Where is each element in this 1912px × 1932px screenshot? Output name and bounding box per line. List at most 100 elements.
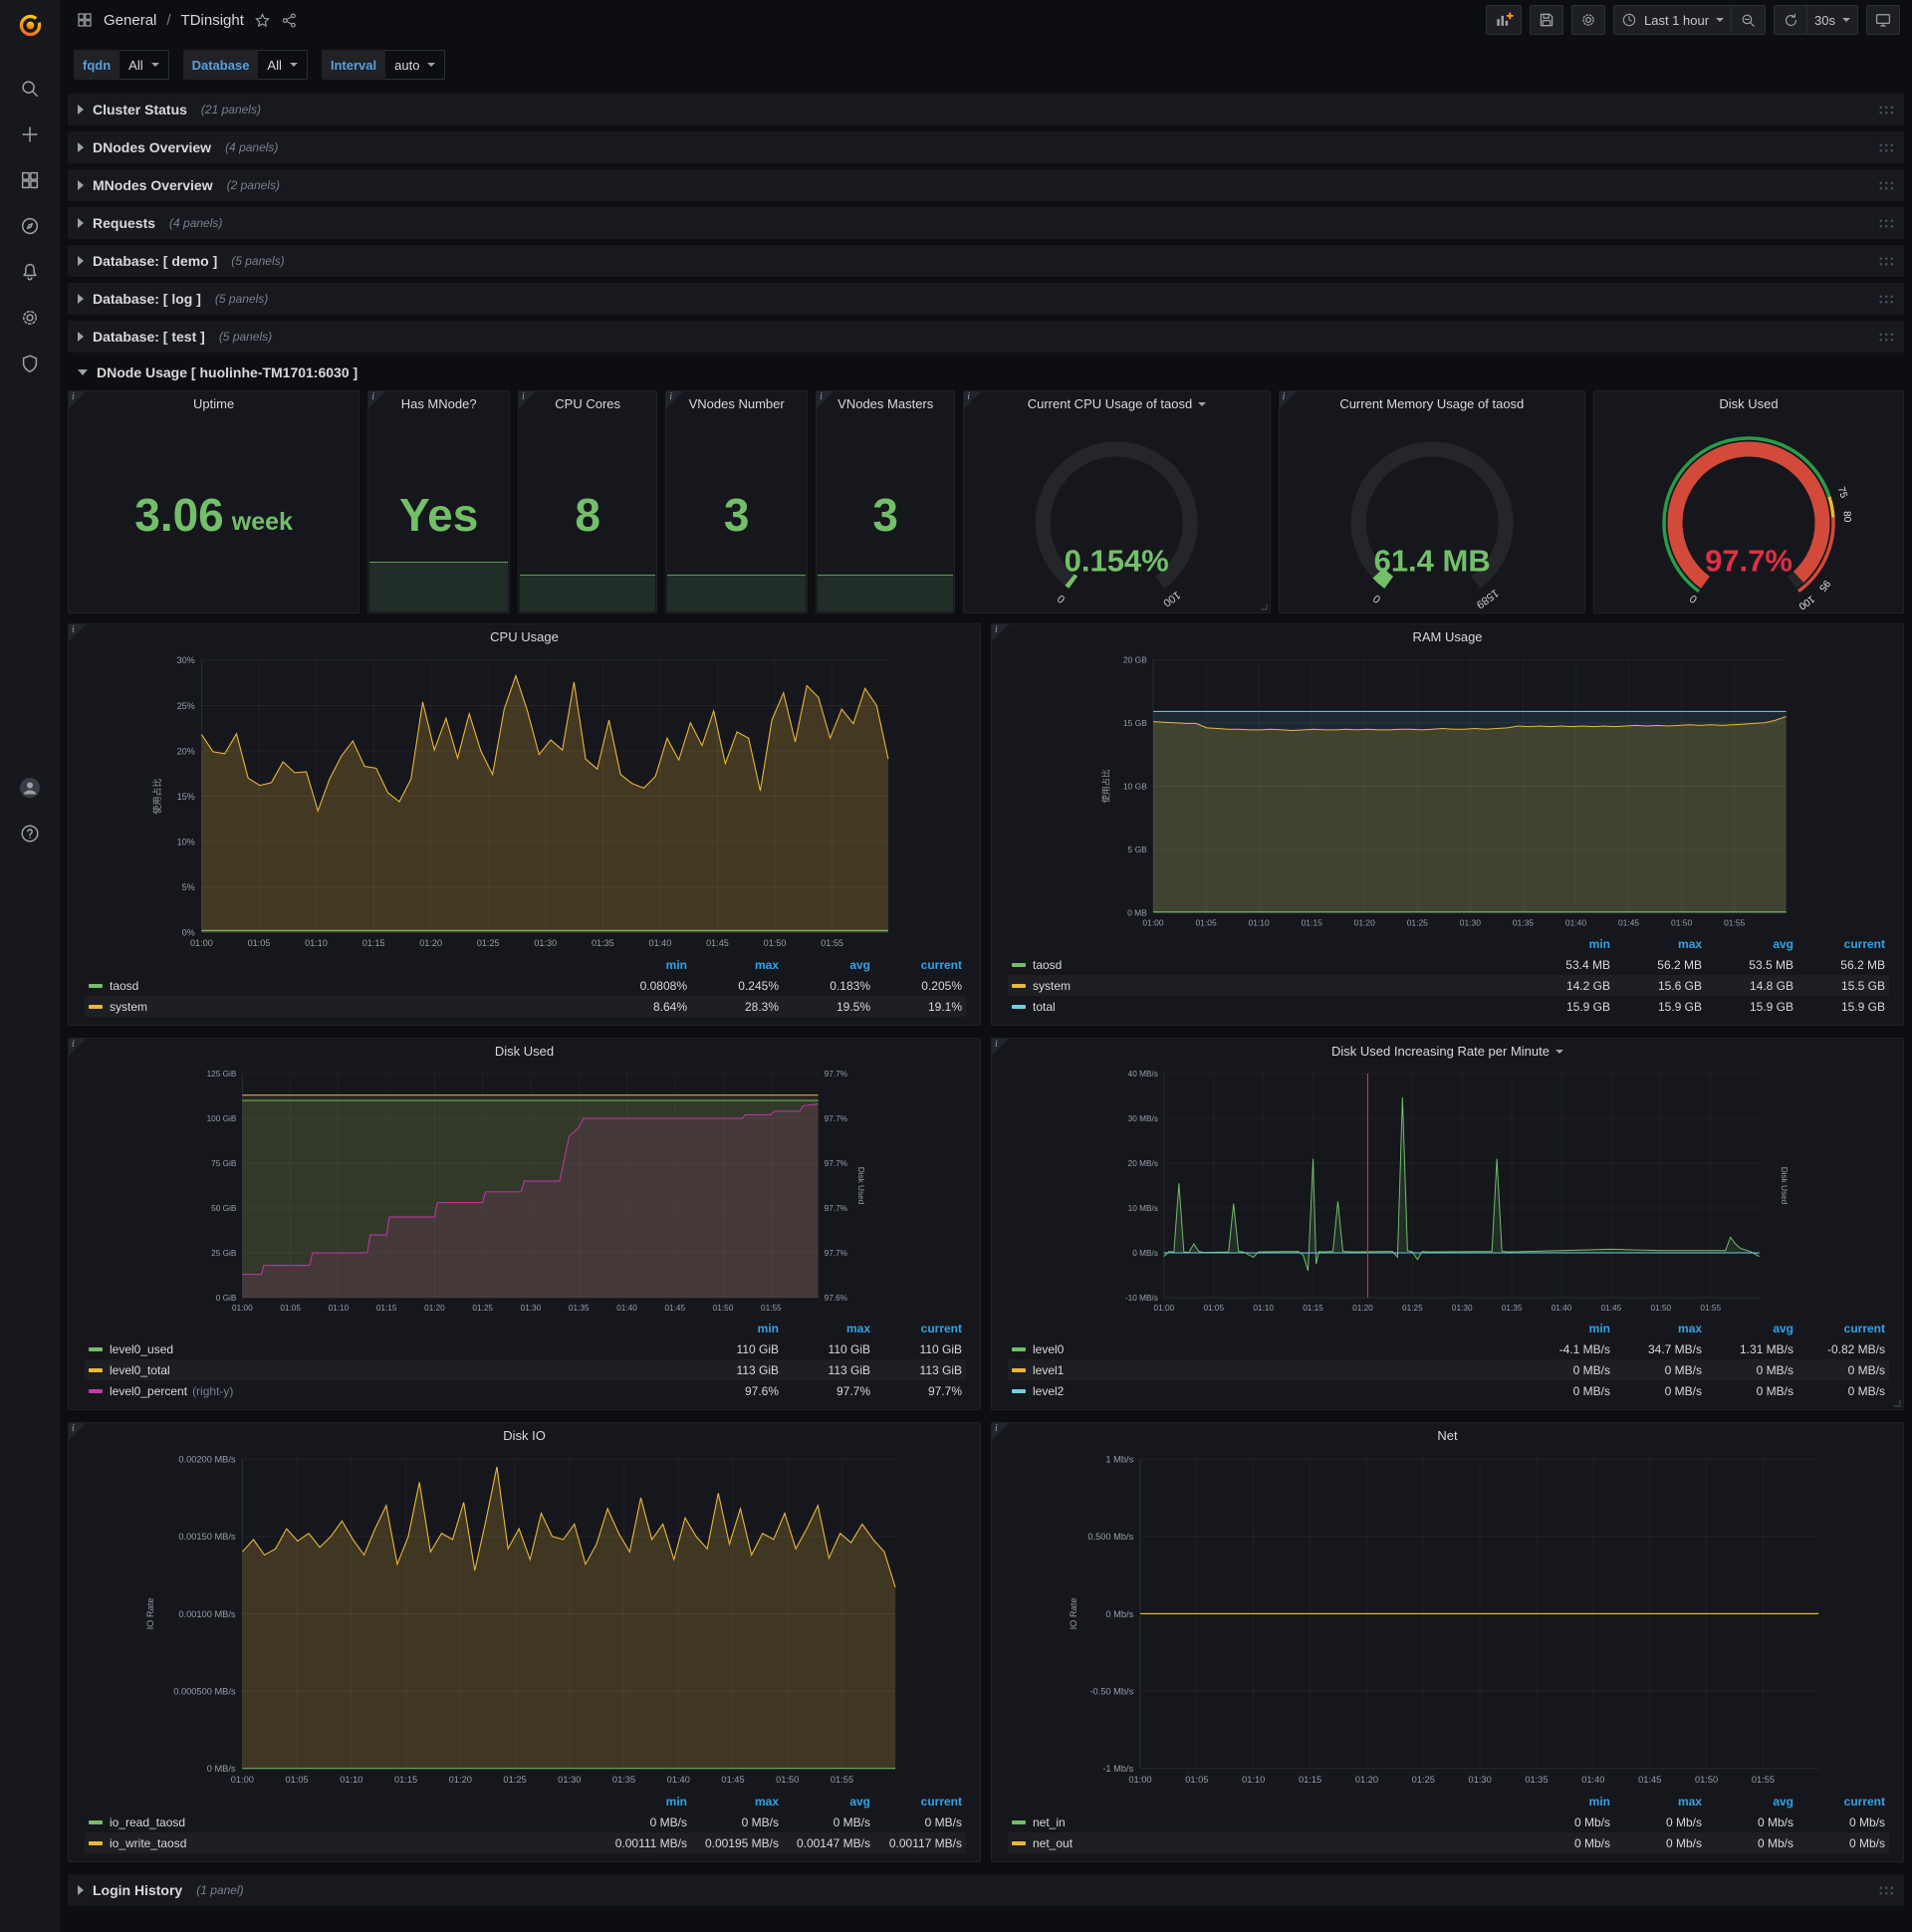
zoom-out-button[interactable] bbox=[1732, 5, 1767, 35]
legend-col-min[interactable]: min bbox=[1519, 1322, 1610, 1335]
series-swatch[interactable] bbox=[1012, 1346, 1026, 1351]
info-icon[interactable]: i bbox=[817, 391, 835, 408]
panel-title[interactable]: Disk Used bbox=[69, 1039, 980, 1065]
series-name[interactable]: net_out bbox=[1033, 1836, 1073, 1850]
legend-col-max[interactable]: max bbox=[1610, 1322, 1702, 1335]
series-name[interactable]: level1 bbox=[1033, 1363, 1064, 1377]
legend-col-max[interactable]: max bbox=[687, 958, 779, 972]
info-icon[interactable]: i bbox=[69, 624, 86, 641]
grafana-logo[interactable] bbox=[17, 12, 44, 44]
series-name[interactable]: level0_used bbox=[110, 1342, 173, 1356]
dashboard-settings-button[interactable] bbox=[1570, 5, 1605, 35]
info-icon[interactable]: i bbox=[368, 391, 386, 408]
row-drag-handle[interactable] bbox=[1878, 179, 1894, 191]
info-icon[interactable]: i bbox=[964, 391, 982, 408]
legend-col-min[interactable]: min bbox=[1519, 937, 1610, 951]
refresh-button[interactable] bbox=[1774, 5, 1808, 35]
legend-col-max[interactable]: max bbox=[1610, 1795, 1702, 1809]
refresh-interval-dropdown[interactable]: 30s bbox=[1807, 5, 1858, 35]
legend-col-current[interactable]: current bbox=[870, 1795, 962, 1809]
legend-col-current[interactable]: current bbox=[870, 1322, 962, 1335]
explore-compass-icon[interactable] bbox=[0, 203, 60, 249]
legend-col-current[interactable]: current bbox=[1793, 1795, 1885, 1809]
series-name[interactable]: system bbox=[1033, 979, 1071, 993]
row-drag-handle[interactable] bbox=[1878, 1884, 1894, 1896]
series-name[interactable]: level0 bbox=[1033, 1342, 1064, 1356]
row-drag-handle[interactable] bbox=[1878, 141, 1894, 153]
row-drag-handle[interactable] bbox=[1878, 255, 1894, 267]
series-name[interactable]: taosd bbox=[1033, 958, 1062, 972]
resize-handle[interactable] bbox=[1260, 604, 1268, 610]
legend-col-min[interactable]: min bbox=[687, 1322, 779, 1335]
share-icon[interactable] bbox=[281, 12, 298, 29]
row-drag-handle[interactable] bbox=[1878, 217, 1894, 229]
row-drag-handle[interactable] bbox=[1878, 331, 1894, 343]
legend-col-avg[interactable]: avg bbox=[1702, 937, 1793, 951]
series-swatch[interactable] bbox=[89, 1388, 103, 1393]
row-dnode-usage[interactable]: DNode Usage [ huolinhe-TM1701:6030 ] bbox=[68, 359, 1904, 386]
info-icon[interactable]: i bbox=[992, 1039, 1009, 1056]
series-name[interactable]: system bbox=[110, 1000, 147, 1014]
series-swatch[interactable] bbox=[89, 1819, 103, 1824]
series-name[interactable]: io_write_taosd bbox=[110, 1836, 186, 1850]
info-icon[interactable]: i bbox=[69, 1423, 86, 1440]
legend-col-min[interactable]: min bbox=[1519, 1795, 1610, 1809]
legend-col-max[interactable]: max bbox=[1610, 937, 1702, 951]
info-icon[interactable]: i bbox=[519, 391, 537, 408]
series-swatch[interactable] bbox=[1012, 962, 1026, 967]
series-name[interactable]: io_read_taosd bbox=[110, 1815, 185, 1829]
legend-col-avg[interactable]: avg bbox=[1702, 1322, 1793, 1335]
series-swatch[interactable] bbox=[1012, 1840, 1026, 1845]
panel-title[interactable]: CPU Usage bbox=[69, 624, 980, 650]
legend-col-min[interactable]: min bbox=[596, 1795, 687, 1809]
server-admin-shield-icon[interactable] bbox=[0, 341, 60, 386]
series-name[interactable]: net_in bbox=[1033, 1815, 1066, 1829]
panel-title[interactable]: Uptime bbox=[69, 391, 358, 417]
dashboards-icon[interactable] bbox=[0, 157, 60, 203]
panel-title[interactable]: Disk Used bbox=[1594, 391, 1903, 417]
alerting-bell-icon[interactable] bbox=[0, 249, 60, 295]
panel-title[interactable]: Disk IO bbox=[69, 1423, 980, 1449]
panel-title[interactable]: VNodes Number bbox=[666, 391, 807, 417]
legend-col-min[interactable]: min bbox=[596, 958, 687, 972]
row-drag-handle[interactable] bbox=[1878, 104, 1894, 116]
legend-col-max[interactable]: max bbox=[687, 1795, 779, 1809]
series-swatch[interactable] bbox=[89, 1367, 103, 1372]
user-avatar[interactable] bbox=[0, 765, 60, 811]
series-name[interactable]: taosd bbox=[110, 979, 138, 993]
create-plus-icon[interactable] bbox=[0, 112, 60, 157]
help-icon[interactable] bbox=[0, 811, 60, 856]
row-header-1[interactable]: DNodes Overview (4 panels) bbox=[68, 131, 1904, 163]
cpu-usage-chart[interactable]: 0% 5% 10% 15% 20% 25% 30% 01:00 01:05 01:10 01:15 0… bbox=[69, 650, 980, 952]
legend-col-current[interactable]: current bbox=[1793, 937, 1885, 951]
time-range-button[interactable]: Last 1 hour bbox=[1612, 5, 1733, 35]
panel-title[interactable]: Disk Used Increasing Rate per Minute bbox=[992, 1039, 1903, 1065]
legend-col-avg[interactable]: avg bbox=[779, 958, 870, 972]
row-header-6[interactable]: Database: [ test ] (5 panels) bbox=[68, 321, 1904, 353]
series-swatch[interactable] bbox=[1012, 1819, 1026, 1824]
panel-title[interactable]: Net bbox=[992, 1423, 1903, 1449]
series-swatch[interactable] bbox=[1012, 1367, 1026, 1372]
row-header-5[interactable]: Database: [ log ] (5 panels) bbox=[68, 283, 1904, 315]
variable-interval-value-dropdown[interactable]: auto bbox=[385, 50, 446, 80]
save-dashboard-button[interactable] bbox=[1529, 5, 1563, 35]
net-chart[interactable]: -1 Mb/s -0.50 Mb/s 0 Mb/s 0.500 Mb/s 1 Mb/s 0… bbox=[992, 1449, 1903, 1789]
info-icon[interactable]: i bbox=[69, 1039, 86, 1056]
row-header-0[interactable]: Cluster Status (21 panels) bbox=[68, 94, 1904, 125]
info-icon[interactable]: i bbox=[992, 624, 1009, 641]
series-name[interactable]: total bbox=[1033, 1000, 1056, 1014]
resize-handle[interactable] bbox=[1894, 1400, 1901, 1407]
breadcrumb-section[interactable]: General bbox=[104, 12, 156, 29]
series-swatch[interactable] bbox=[89, 1346, 103, 1351]
legend-col-avg[interactable]: avg bbox=[1702, 1795, 1793, 1809]
series-swatch[interactable] bbox=[1012, 983, 1026, 988]
panel-title[interactable]: Current Memory Usage of taosd bbox=[1280, 391, 1584, 417]
panel-title[interactable]: Current CPU Usage of taosd bbox=[964, 391, 1269, 417]
variable-fqdn-value-dropdown[interactable]: All bbox=[120, 50, 169, 80]
row-header-4[interactable]: Database: [ demo ] (5 panels) bbox=[68, 245, 1904, 277]
series-swatch[interactable] bbox=[1012, 1388, 1026, 1393]
search-icon[interactable] bbox=[0, 66, 60, 112]
variable-database-value-dropdown[interactable]: All bbox=[258, 50, 308, 80]
star-icon[interactable] bbox=[254, 12, 271, 29]
panel-title[interactable]: Has MNode? bbox=[368, 391, 509, 417]
